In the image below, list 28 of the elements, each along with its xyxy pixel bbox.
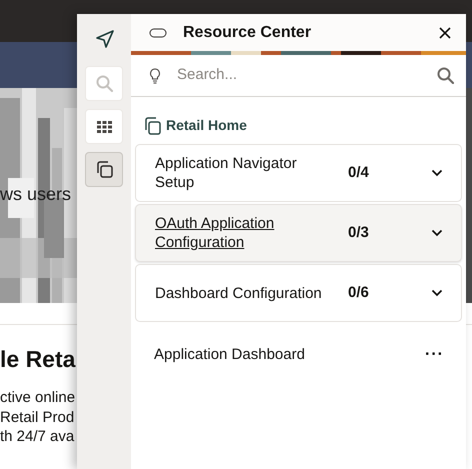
checklist-card[interactable]: Application Navigator Setup 0/4 <box>135 144 462 202</box>
checklist-card[interactable]: Dashboard Configuration 0/6 <box>135 264 462 322</box>
progress-count: 0/4 <box>348 162 370 183</box>
chevron-down-icon[interactable] <box>431 289 443 297</box>
chevron-down-icon[interactable] <box>431 169 443 177</box>
progress-count: 0/3 <box>348 222 370 243</box>
grid-button[interactable] <box>85 109 123 144</box>
link-item[interactable]: Application Dashboard <box>154 344 426 366</box>
checklist-card[interactable]: OAuth Application Configuration 0/3 <box>135 204 462 262</box>
progress-count: 0/6 <box>348 282 370 303</box>
panel-title: Resource Center <box>183 22 312 42</box>
copy-button[interactable] <box>85 152 123 187</box>
checklist-title: Application Navigator Setup <box>155 154 298 192</box>
close-icon <box>438 26 452 40</box>
navigate-icon <box>94 28 114 48</box>
search-icon <box>94 73 114 94</box>
more-button[interactable]: ··· <box>425 347 444 364</box>
lightbulb-icon <box>149 68 161 84</box>
chevron-down-icon[interactable] <box>431 229 443 237</box>
checklist-title: OAuth Application Configuration <box>155 214 276 252</box>
page-heading: le Reta <box>0 345 76 374</box>
pill-icon <box>149 28 167 38</box>
checklist-title: Dashboard Configuration <box>155 284 323 302</box>
body-paragraph: ctive online Retail Prod th 24/7 ava <box>0 388 76 446</box>
section-title: Retail Home <box>166 116 247 135</box>
caption-text: ws users <box>0 184 72 206</box>
copy-icon <box>143 116 162 135</box>
search-icon[interactable] <box>437 67 454 84</box>
